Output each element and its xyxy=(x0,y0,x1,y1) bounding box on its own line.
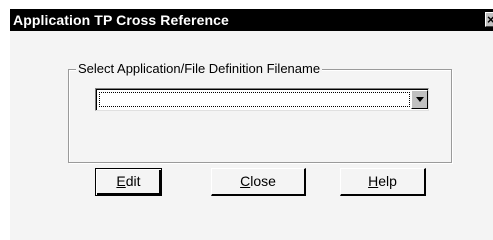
filename-combobox[interactable] xyxy=(95,88,429,111)
close-window-button[interactable]: × xyxy=(485,12,493,27)
edit-mnemonic: E xyxy=(116,173,126,189)
dialog-title: Application TP Cross Reference xyxy=(13,12,229,28)
close-button[interactable]: Close xyxy=(211,168,306,196)
edit-button[interactable]: Edit xyxy=(95,168,162,196)
groupbox-label: Select Application/File Definition Filen… xyxy=(76,61,323,77)
combobox-value[interactable] xyxy=(99,92,410,107)
close-label-rest: lose xyxy=(250,173,276,189)
help-mnemonic: H xyxy=(368,173,379,189)
title-bar[interactable]: Application TP Cross Reference × xyxy=(10,9,493,31)
help-button[interactable]: Help xyxy=(340,168,426,196)
close-mnemonic: C xyxy=(240,173,251,189)
dialog-client-area: Select Application/File Definition Filen… xyxy=(10,31,493,240)
filename-groupbox xyxy=(68,69,452,163)
dialog-window: Application TP Cross Reference × Select … xyxy=(0,0,493,240)
help-label-rest: elp xyxy=(378,173,397,189)
edit-label-rest: dit xyxy=(125,173,141,189)
combobox-frame xyxy=(96,89,428,110)
chevron-down-icon xyxy=(416,97,424,102)
dropdown-button[interactable] xyxy=(411,90,428,109)
close-icon: × xyxy=(487,13,493,26)
